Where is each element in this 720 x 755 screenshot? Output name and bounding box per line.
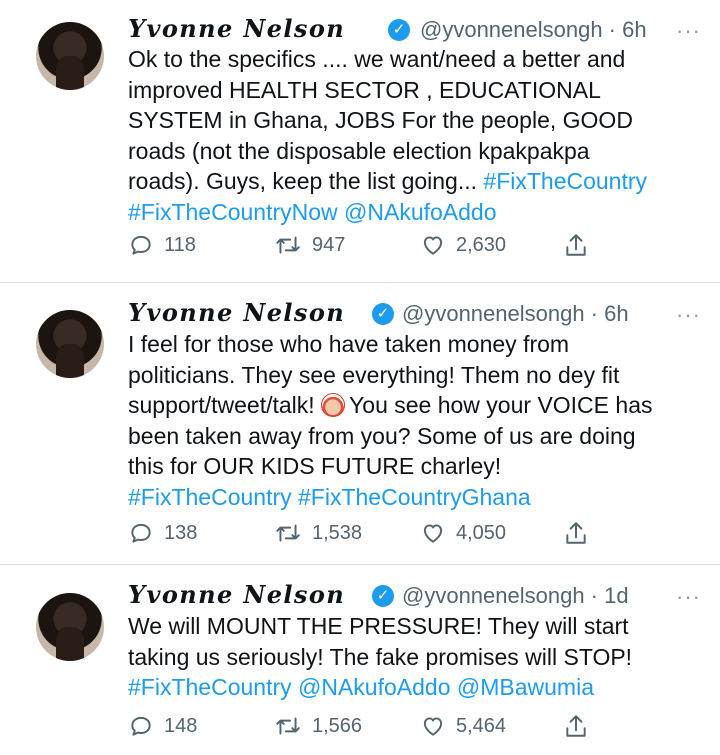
hashtag-link[interactable]: #FixTheCountry #FixTheCountryGhana [128, 482, 703, 513]
heart-icon [420, 232, 446, 258]
like-count: 5,464 [456, 714, 507, 737]
verified-badge-icon: ✓ [372, 585, 394, 607]
handle-timestamp[interactable]: @yvonnenelsongh · 1d [402, 583, 629, 609]
reply-button[interactable]: 148 [128, 709, 197, 743]
tweet-line: Ok to the specifics .... we want/need a … [128, 46, 626, 72]
retweet-count: 947 [312, 233, 346, 256]
author-name[interactable]: Yvonne Nelson [128, 298, 345, 327]
handle-timestamp[interactable]: @yvonnenelsongh · 6h [402, 301, 629, 327]
tweet-line: We will MOUNT THE PRESSURE! They will st… [128, 613, 629, 639]
tweet-feed: Yvonne Nelson ✓ @yvonnenelsongh · 6h ···… [0, 0, 720, 755]
share-icon [564, 232, 588, 258]
tweet-header: Yvonne Nelson ✓ @yvonnenelsongh · 1d ··· [128, 578, 713, 614]
tweet-line: I feel for those who have taken money fr… [128, 331, 570, 357]
retweet-icon [274, 232, 302, 258]
tweet-line: politicians. They see everything! Them n… [128, 361, 620, 388]
heart-icon [420, 520, 446, 546]
more-options-icon[interactable]: ··· [676, 18, 701, 44]
retweet-button[interactable]: 1,566 [274, 709, 362, 743]
hashtag-link[interactable]: #FixTheCountry [483, 168, 647, 194]
like-button[interactable]: 5,464 [420, 709, 506, 743]
tweet-line: roads (not the disposable election kpakp… [128, 137, 590, 164]
tweet-line: been taken away from you? Some of us are… [128, 422, 636, 449]
share-icon [564, 520, 588, 546]
reply-button[interactable]: 118 [128, 228, 196, 262]
share-icon [564, 713, 588, 739]
avatar[interactable] [36, 593, 104, 661]
retweet-count: 1,538 [312, 521, 363, 544]
tweet-text: I feel for those who have taken money fr… [128, 329, 703, 512]
author-name[interactable]: Yvonne Nelson [128, 580, 345, 609]
tweet-text: Ok to the specifics .... we want/need a … [128, 44, 703, 227]
clown-face-emoji-icon [321, 393, 346, 417]
author-name[interactable]: Yvonne Nelson [128, 14, 345, 43]
reply-icon [128, 713, 154, 739]
reply-count: 138 [164, 521, 198, 544]
avatar[interactable] [36, 310, 104, 378]
retweet-icon [274, 520, 302, 546]
tweet-line-text: You see how your VOICE has [349, 392, 653, 418]
share-button[interactable] [564, 228, 588, 262]
heart-icon [420, 713, 446, 739]
avatar[interactable] [36, 22, 104, 90]
more-options-icon[interactable]: ··· [676, 302, 701, 328]
like-count: 2,630 [456, 233, 507, 256]
tweet-1[interactable]: Yvonne Nelson ✓ @yvonnenelsongh · 6h ···… [0, 0, 720, 283]
share-button[interactable] [564, 709, 588, 743]
tweet-header: Yvonne Nelson ✓ @yvonnenelsongh · 6h ··· [128, 296, 713, 332]
hashtag-mention-link[interactable]: #FixTheCountry @NAkufoAddo @MBawumia [128, 672, 703, 703]
reply-icon [128, 232, 154, 258]
like-button[interactable]: 2,630 [420, 228, 506, 262]
tweet-line-text: support/tweet/talk! [128, 392, 322, 418]
retweet-button[interactable]: 947 [274, 228, 345, 262]
tweet-header: Yvonne Nelson ✓ @yvonnenelsongh · 6h ··· [128, 12, 713, 48]
tweet-line: support/tweet/talk! You see how your VOI… [128, 390, 703, 421]
like-button[interactable]: 4,050 [420, 516, 506, 550]
hashtag-mention-link[interactable]: #FixTheCountryNow @NAkufoAddo [128, 197, 703, 228]
reply-button[interactable]: 138 [128, 516, 197, 550]
reply-count: 148 [164, 714, 198, 737]
tweet-text: We will MOUNT THE PRESSURE! They will st… [128, 611, 703, 703]
verified-badge-icon: ✓ [388, 19, 410, 41]
handle-timestamp[interactable]: @yvonnenelsongh · 6h [420, 17, 647, 43]
like-count: 4,050 [456, 521, 507, 544]
tweet-line: this for OUR KIDS FUTURE charley! [128, 453, 502, 479]
retweet-icon [274, 713, 302, 739]
more-options-icon[interactable]: ··· [676, 584, 701, 610]
tweet-2[interactable]: Yvonne Nelson ✓ @yvonnenelsongh · 6h ···… [0, 283, 720, 565]
reply-icon [128, 520, 154, 546]
tweet-actions: 118 947 2,630 [128, 228, 598, 262]
tweet-actions: 138 1,538 4,050 [128, 516, 598, 550]
tweet-line: SYSTEM in Ghana, JOBS For the people, GO… [128, 107, 633, 133]
tweet-line: taking us seriously! The fake promises w… [128, 643, 633, 670]
retweet-button[interactable]: 1,538 [274, 516, 362, 550]
tweet-3[interactable]: Yvonne Nelson ✓ @yvonnenelsongh · 1d ···… [0, 565, 720, 755]
tweet-line: roads). Guys, keep the list going... #Fi… [128, 166, 703, 197]
verified-badge-icon: ✓ [372, 303, 394, 325]
tweet-actions: 148 1,566 5,464 [128, 709, 598, 743]
reply-count: 118 [164, 233, 196, 256]
retweet-count: 1,566 [312, 714, 363, 737]
share-button[interactable] [564, 516, 588, 550]
tweet-line: improved HEALTH SECTOR , EDUCATIONAL [128, 76, 601, 103]
tweet-line-text: roads). Guys, keep the list going... [128, 168, 484, 194]
